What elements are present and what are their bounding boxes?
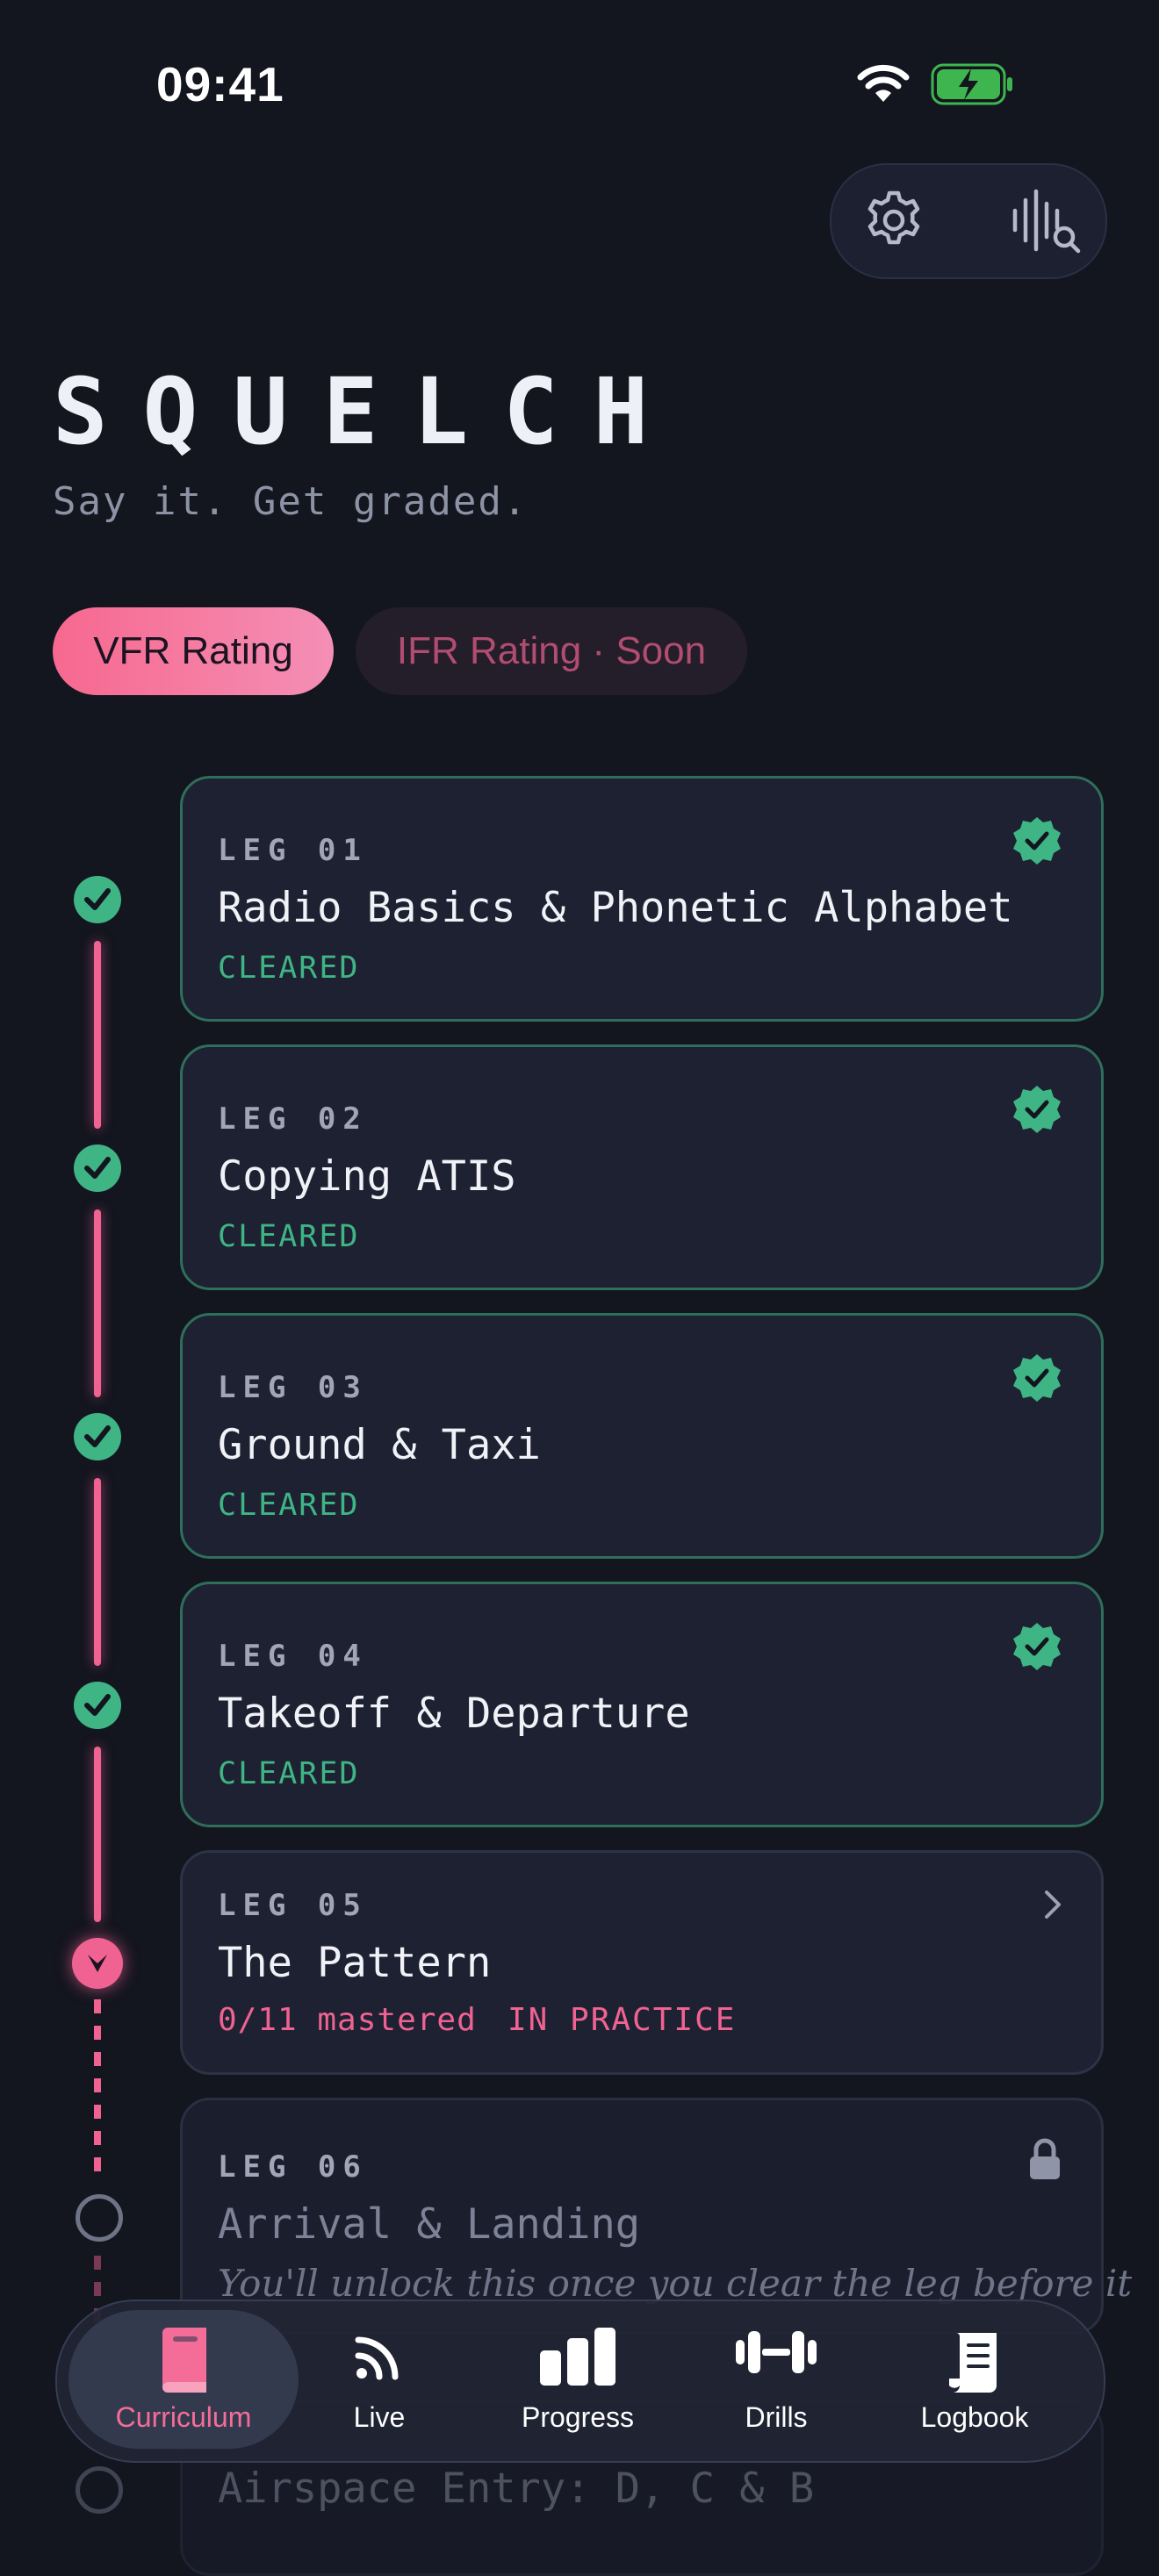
locked-note: You'll unlock this once you clear the le… <box>218 2262 1133 2305</box>
leg-number: LEG 01 <box>218 833 368 868</box>
leg-status: IN PRACTICE <box>508 2002 737 2038</box>
dumbbell-icon <box>736 2331 817 2373</box>
timeline-check-icon <box>74 876 121 923</box>
verified-badge-icon <box>1013 1623 1061 1670</box>
verified-badge-icon <box>1013 1086 1061 1133</box>
leg-number: LEG 05 <box>218 1888 368 1923</box>
leg-card-05[interactable]: LEG 05 The Pattern 0/11 mastered IN PRAC… <box>180 1850 1104 2075</box>
battery-charging-icon <box>931 63 1012 105</box>
wifi-icon <box>857 64 910 102</box>
leg-number: LEG 02 <box>218 1101 368 1137</box>
timeline-current-marker <box>72 1938 123 1989</box>
timeline-segment <box>94 1209 101 1397</box>
leg-number: LEG 04 <box>218 1639 368 1674</box>
timeline-dashed-segment <box>94 1999 101 2184</box>
leg-number: LEG 03 <box>218 1370 368 1405</box>
vfr-rating-tab[interactable]: VFR Rating <box>53 607 334 695</box>
timeline-check-icon <box>74 1413 121 1460</box>
timeline-segment <box>94 1478 101 1666</box>
timeline-segment <box>94 1747 101 1922</box>
tab-label: Logbook <box>920 2401 1029 2433</box>
leg-card-01[interactable]: LEG 01 Radio Basics & Phonetic Alphabet … <box>180 776 1104 1022</box>
tab-curriculum[interactable]: Curriculum <box>87 2315 280 2447</box>
chevron-right-icon <box>1045 1891 1061 1919</box>
timeline-segment <box>94 941 101 1129</box>
lock-icon <box>1030 2138 1060 2179</box>
logbook-icon <box>949 2333 997 2393</box>
timeline-locked-marker <box>76 2466 123 2514</box>
waveform-search-icon[interactable] <box>1010 186 1083 255</box>
verified-badge-icon <box>1013 817 1061 865</box>
leg-card-04[interactable]: LEG 04 Takeoff & Departure CLEARED <box>180 1582 1104 1827</box>
leg-title: The Pattern <box>218 1939 492 1987</box>
tab-label: Drills <box>745 2401 808 2433</box>
tab-label: Live <box>353 2401 406 2433</box>
tab-label: Curriculum <box>115 2401 252 2433</box>
leg-title: Airspace Entry: D, C & B <box>218 2465 815 2513</box>
mastered-count: 0/11 mastered <box>218 2002 477 2038</box>
leg-title: Takeoff & Departure <box>218 1690 690 1738</box>
timeline-check-icon <box>74 1144 121 1192</box>
leg-title: Copying ATIS <box>218 1152 516 1201</box>
gear-icon[interactable] <box>862 189 925 252</box>
status-time: 09:41 <box>156 57 284 111</box>
book-icon <box>162 2328 206 2393</box>
radio-signal-icon <box>355 2336 399 2380</box>
tab-logbook[interactable]: Logbook <box>878 2315 1071 2447</box>
leg-title: Ground & Taxi <box>218 1421 541 1469</box>
leg-status: CLEARED <box>218 1219 360 1254</box>
leg-card-03[interactable]: LEG 03 Ground & Taxi CLEARED <box>180 1313 1104 1559</box>
app-tagline: Say it. Get graded. <box>53 479 529 524</box>
leg-title: Arrival & Landing <box>218 2200 641 2249</box>
leg-title: Radio Basics & Phonetic Alphabet <box>218 884 1013 932</box>
leg-status: CLEARED <box>218 1488 360 1523</box>
tab-label: Progress <box>521 2401 635 2433</box>
leg-status: CLEARED <box>218 951 360 986</box>
app-title: SQUELCH <box>53 358 684 465</box>
ifr-rating-tab[interactable]: IFR Rating · Soon <box>356 607 747 695</box>
leg-card-02[interactable]: LEG 02 Copying ATIS CLEARED <box>180 1044 1104 1290</box>
leg-number: LEG 06 <box>218 2149 368 2185</box>
bar-chart-icon <box>540 2328 615 2386</box>
tab-live[interactable]: Live <box>283 2315 476 2447</box>
verified-badge-icon <box>1013 1354 1061 1402</box>
leg-status: CLEARED <box>218 1756 360 1791</box>
tab-drills[interactable]: Drills <box>680 2315 873 2447</box>
timeline-locked-marker <box>76 2194 123 2242</box>
timeline-check-icon <box>74 1682 121 1729</box>
tab-progress[interactable]: Progress <box>481 2315 674 2447</box>
